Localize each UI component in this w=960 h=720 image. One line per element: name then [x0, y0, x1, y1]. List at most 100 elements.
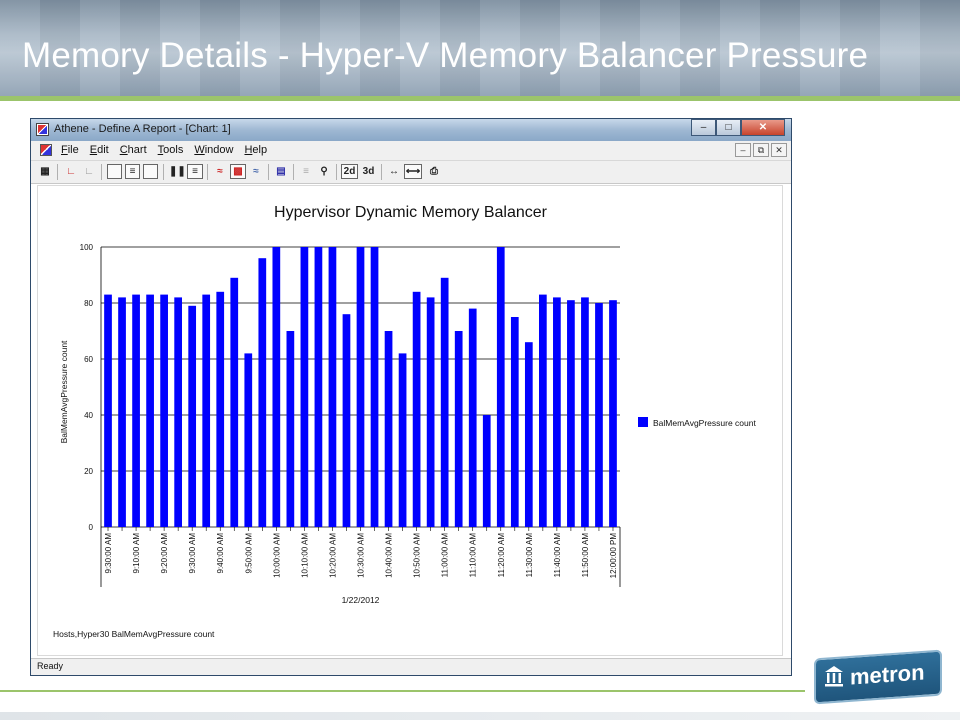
x-tick-label: 9:10:00 AM	[132, 533, 141, 574]
menu-item-tools[interactable]: Tools	[158, 144, 184, 156]
bottom-band	[0, 712, 960, 720]
chart-bar	[440, 277, 449, 527]
menu-item-help[interactable]: Help	[244, 144, 267, 156]
y-tick-label: 20	[84, 467, 93, 476]
toolbar-separator	[381, 164, 382, 180]
layout-list-icon[interactable]: ≡	[125, 164, 140, 179]
chart-bar	[468, 308, 477, 527]
x-tick-label: 11:10:00 AM	[469, 533, 478, 578]
line-chart-icon[interactable]: ≈	[212, 164, 228, 179]
x-tick-label: 10:10:00 AM	[300, 533, 309, 578]
mdi-close-icon[interactable]: ✕	[771, 143, 787, 157]
x-tick-label: 9:40:00 AM	[216, 533, 225, 574]
toolbar-separator	[268, 164, 269, 180]
window-controls: – □ ✕	[691, 119, 785, 137]
x-tick-label: 12:00:00 PM	[609, 533, 618, 579]
y-tick-label: 60	[84, 355, 93, 364]
y-axis-label: BalMemAvgPressure count	[59, 340, 69, 443]
chart-bar	[118, 297, 126, 527]
bottom-rule	[0, 690, 805, 692]
building-icon	[825, 666, 843, 687]
toolbar-separator	[336, 164, 337, 180]
area-chart-icon[interactable]: ≈	[248, 164, 264, 179]
x-tick-label: 10:20:00 AM	[328, 533, 337, 578]
menu-accelerator: W	[194, 144, 205, 156]
y-tick-label: 80	[84, 299, 93, 308]
zoom-icon[interactable]: ⚲	[316, 164, 332, 179]
bar-chart-icon[interactable]: ▩	[230, 164, 246, 179]
metron-logo: metron	[814, 648, 944, 706]
chart-bar	[398, 353, 407, 527]
legend-swatch	[638, 417, 648, 427]
chart-svg: Hypervisor Dynamic Memory Balancer 0 20 40 6…	[59, 204, 756, 605]
chart-bar	[258, 258, 267, 527]
minimize-icon[interactable]: –	[691, 119, 716, 136]
chart-title: Hypervisor Dynamic Memory Balancer	[274, 204, 548, 221]
document-icon[interactable]	[40, 144, 52, 156]
chart-wizard-icon[interactable]: ∟	[63, 164, 79, 179]
chart-bar	[244, 353, 253, 527]
widen-icon[interactable]: ⟷	[404, 164, 422, 179]
chart-bar	[160, 294, 168, 527]
combo-chart-icon[interactable]: ▤	[273, 164, 289, 179]
legend-disabled-icon[interactable]: ≡	[298, 164, 314, 179]
menu-accelerator: C	[119, 144, 128, 156]
chart-bar	[342, 314, 351, 527]
chart-bar	[482, 415, 491, 527]
mdi-restore-icon[interactable]: ⧉	[753, 143, 769, 157]
maximize-icon[interactable]: □	[716, 119, 741, 136]
menu-accelerator: F	[61, 144, 68, 156]
menu-item-edit[interactable]: Edit	[90, 144, 109, 156]
chart-bar	[370, 247, 379, 527]
layout-frame-icon[interactable]	[143, 164, 158, 179]
x-axis-label: 1/22/2012	[342, 595, 380, 605]
x-tick-label: 9:20:00 AM	[160, 533, 169, 574]
chart-area: Hypervisor Dynamic Memory Balancer 0 20 40 6…	[37, 185, 783, 656]
layout-single-icon[interactable]	[107, 164, 122, 179]
app-icon[interactable]	[36, 123, 49, 136]
x-tick-label: 10:50:00 AM	[413, 533, 422, 578]
window-title: Athene - Define A Report - [Chart: 1]	[54, 123, 231, 135]
chart-bar	[300, 247, 309, 527]
menu-item-file[interactable]: File	[61, 144, 79, 156]
chart-bar	[454, 331, 463, 527]
menu-label-rest: indow	[204, 144, 234, 156]
grid-view-icon[interactable]: ▦	[37, 164, 53, 179]
chart-bar	[412, 291, 421, 527]
status-bar: Ready	[31, 658, 791, 675]
x-tick-label: 9:30:00 AM	[104, 533, 113, 574]
menu-label-rest: hart	[127, 144, 147, 156]
menu-bar: File Edit Chart Tools Window Help – ⧉ ✕	[31, 141, 791, 161]
x-tick-label: 10:40:00 AM	[385, 533, 394, 578]
chart-bar	[356, 247, 365, 527]
chart-disabled-icon[interactable]: ∟	[81, 164, 97, 179]
toolbar: ▦ ∟ ∟ ≡ ❚❚ ≡ ≈ ▩ ≈ ▤ ≡ ⚲ 2d 3d ↔ ⟷ ⎙	[31, 161, 791, 184]
legend-label: BalMemAvgPressure count	[653, 418, 756, 428]
menu-items: File Edit Chart Tools Window Help	[61, 144, 278, 156]
menu-item-window[interactable]: Window	[194, 144, 233, 156]
mdi-controls: – ⧉ ✕	[733, 143, 787, 157]
x-tick-label: 11:30:00 AM	[525, 533, 534, 578]
mdi-minimize-icon[interactable]: –	[735, 143, 751, 157]
chart-bar	[328, 247, 337, 527]
x-tick-label: 9:50:00 AM	[244, 533, 253, 574]
logo-text: metron	[850, 659, 925, 690]
2d-button[interactable]: 2d	[341, 164, 358, 179]
window-titlebar[interactable]: Athene - Define A Report - [Chart: 1] – …	[31, 119, 791, 141]
menu-item-chart[interactable]: Chart	[120, 144, 147, 156]
chart-bar	[202, 294, 211, 527]
toolbar-separator	[57, 164, 58, 180]
x-tick-label: 10:30:00 AM	[357, 533, 366, 578]
toolbar-separator	[207, 164, 208, 180]
narrow-icon[interactable]: ↔	[386, 164, 402, 179]
rows-icon[interactable]: ≡	[187, 164, 203, 179]
chart-bar	[609, 300, 617, 527]
chart-bar	[188, 305, 197, 527]
close-icon[interactable]: ✕	[741, 119, 785, 136]
menu-accelerator: E	[89, 144, 98, 156]
chart-bar	[567, 300, 575, 527]
x-tick-label: 11:00:00 AM	[441, 533, 450, 578]
3d-button[interactable]: 3d	[360, 164, 377, 179]
print-icon[interactable]: ⎙	[425, 164, 443, 179]
columns-icon[interactable]: ❚❚	[168, 164, 186, 179]
